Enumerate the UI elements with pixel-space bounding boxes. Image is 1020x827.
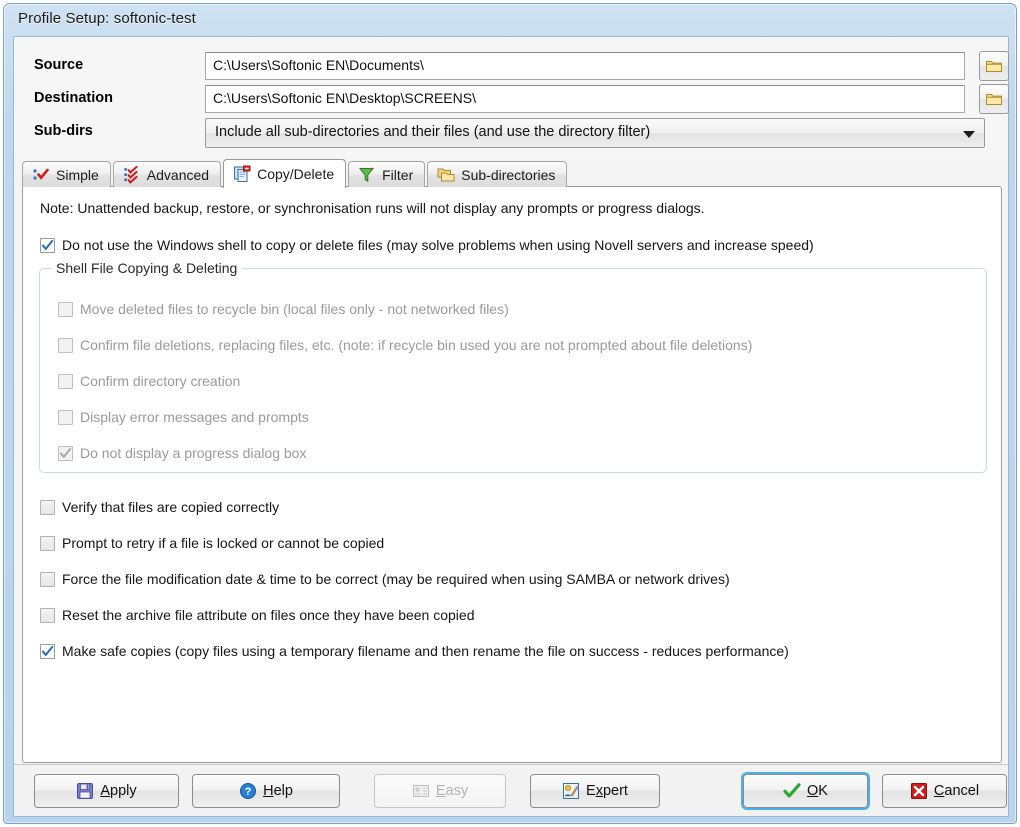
cancel-accel: C	[933, 783, 945, 799]
expert-wand-icon	[563, 783, 580, 799]
ok-label: OK	[807, 783, 828, 799]
source-input[interactable]: C:\Users\Softonic EN\Documents\	[205, 52, 965, 80]
easy-button: Easy	[374, 774, 506, 808]
help-accel: H	[263, 783, 274, 799]
option-label: Confirm file deletions, replacing files,…	[80, 337, 753, 353]
option-label: Do not use the Windows shell to copy or …	[62, 237, 814, 253]
option-confirm-file-deletions: Confirm file deletions, replacing files,…	[58, 337, 752, 353]
tab-simple[interactable]: Simple	[22, 161, 111, 187]
checkbox-checked-disabled-icon	[58, 446, 73, 461]
checkbox-unchecked-disabled-icon	[58, 338, 73, 353]
checkbox-checked-icon[interactable]	[40, 238, 55, 253]
expert-label: Expert	[586, 783, 628, 799]
tab-copy-delete[interactable]: Copy/Delete	[223, 159, 347, 188]
subdirs-selected-value: Include all sub-directories and their fi…	[215, 124, 651, 140]
option-no-windows-shell[interactable]: Do not use the Windows shell to copy or …	[40, 237, 814, 253]
funnel-icon	[359, 167, 375, 182]
option-label: Do not display a progress dialog box	[80, 445, 307, 461]
destination-input[interactable]: C:\Users\Softonic EN\Desktop\SCREENS\	[205, 85, 965, 113]
destination-browse-button[interactable]	[979, 84, 1009, 114]
question-mark-icon: ?	[240, 783, 257, 799]
dialog-button-bar: Apply ? Help Easy Expert OK Cancel	[14, 764, 1008, 816]
dialog-client-area: Source C:\Users\Softonic EN\Documents\ D…	[13, 36, 1009, 817]
green-check-icon	[783, 783, 801, 798]
apply-label: Apply	[100, 783, 137, 799]
subdirs-select[interactable]: Include all sub-directories and their fi…	[205, 118, 985, 148]
subdirs-label: Sub-dirs	[34, 123, 93, 139]
unattended-note: Note: Unattended backup, restore, or syn…	[40, 200, 705, 216]
tab-advanced-label: Advanced	[146, 166, 210, 183]
simple-check-icon	[33, 168, 49, 180]
ok-button[interactable]: OK	[743, 774, 868, 808]
checkbox-unchecked-icon[interactable]	[40, 536, 55, 551]
red-x-icon	[910, 783, 927, 799]
profile-setup-window: Profile Setup: softonic-test Source C:\U…	[3, 3, 1017, 824]
checkbox-unchecked-icon[interactable]	[40, 608, 55, 623]
easy-label: Easy	[435, 783, 469, 799]
tab-strip: Simple Advanced Copy/Delete Filter Sub-d…	[22, 159, 1002, 188]
option-label: Confirm directory creation	[80, 373, 241, 389]
option-label: Prompt to retry if a file is locked or c…	[62, 535, 385, 551]
option-label: Make safe copies (copy files using a tem…	[62, 643, 789, 659]
checkbox-unchecked-disabled-icon	[58, 374, 73, 389]
folder-icon	[986, 61, 1002, 72]
path-fields-panel: Source C:\Users\Softonic EN\Documents\ D…	[14, 37, 1009, 157]
tab-filter-label: Filter	[382, 166, 414, 183]
option-label: Display error messages and prompts	[80, 409, 309, 425]
option-label: Verify that files are copied correctly	[62, 499, 280, 515]
apply-accel: A	[100, 783, 111, 799]
destination-row: Destination C:\Users\Softonic EN\Desktop…	[26, 84, 1009, 115]
option-make-safe-copies[interactable]: Make safe copies (copy files using a tem…	[40, 643, 789, 659]
folder-icon	[986, 94, 1002, 105]
checkbox-unchecked-icon[interactable]	[40, 572, 55, 587]
apply-button[interactable]: Apply	[34, 774, 179, 808]
group-title: Shell File Copying & Deleting	[51, 260, 243, 276]
option-no-progress-dialog: Do not display a progress dialog box	[58, 445, 306, 461]
option-display-error-messages: Display error messages and prompts	[58, 409, 309, 425]
option-label: Force the file modification date & time …	[62, 571, 730, 587]
expert-button[interactable]: Expert	[530, 774, 660, 808]
copy-delete-icon	[234, 165, 251, 182]
option-label: Move deleted files to recycle bin (local…	[80, 301, 509, 317]
expert-accel: x	[595, 783, 603, 799]
source-row: Source C:\Users\Softonic EN\Documents\	[26, 51, 1009, 82]
tab-sub-directories[interactable]: Sub-directories	[427, 161, 568, 187]
option-confirm-directory-creation: Confirm directory creation	[58, 373, 240, 389]
advanced-checks-icon	[123, 165, 138, 184]
tab-filter[interactable]: Filter	[348, 161, 426, 187]
checkbox-checked-icon[interactable]	[40, 644, 55, 659]
cancel-label: Cancel	[933, 783, 980, 799]
option-label: Reset the archive file attribute on file…	[62, 607, 475, 623]
ok-accel: O	[807, 783, 819, 799]
source-label: Source	[34, 57, 84, 73]
option-verify-copied[interactable]: Verify that files are copied correctly	[40, 499, 279, 515]
cancel-button[interactable]: Cancel	[882, 774, 1007, 808]
chevron-down-icon	[963, 131, 975, 138]
checkbox-unchecked-disabled-icon	[58, 302, 73, 317]
subdirs-row: Sub-dirs Include all sub-directories and…	[26, 117, 996, 148]
destination-label: Destination	[34, 90, 113, 106]
tab-advanced[interactable]: Advanced	[112, 161, 222, 187]
easy-card-icon	[412, 785, 429, 797]
copy-delete-tab-panel: Note: Unattended backup, restore, or syn…	[22, 186, 1002, 763]
tab-copy-delete-label: Copy/Delete	[257, 166, 335, 182]
svg-text:?: ?	[245, 786, 252, 798]
window-title: Profile Setup: softonic-test	[18, 10, 196, 27]
option-force-modification-date[interactable]: Force the file modification date & time …	[40, 571, 730, 587]
tab-simple-label: Simple	[56, 166, 99, 183]
floppy-disk-icon	[77, 783, 94, 799]
folders-icon	[437, 168, 455, 181]
shell-file-copying-group: Shell File Copying & Deleting Move delet…	[39, 260, 987, 473]
easy-accel: E	[435, 783, 446, 799]
tab-sub-directories-label: Sub-directories	[461, 166, 556, 183]
title-bar: Profile Setup: softonic-test	[4, 4, 1016, 35]
source-browse-button[interactable]	[979, 51, 1009, 81]
option-move-deleted-to-recycle-bin: Move deleted files to recycle bin (local…	[58, 301, 509, 317]
checkbox-unchecked-disabled-icon	[58, 410, 73, 425]
option-prompt-retry-locked[interactable]: Prompt to retry if a file is locked or c…	[40, 535, 384, 551]
help-label: Help	[263, 783, 293, 799]
help-button[interactable]: ? Help	[192, 774, 340, 808]
option-reset-archive-attribute[interactable]: Reset the archive file attribute on file…	[40, 607, 474, 623]
checkbox-unchecked-icon[interactable]	[40, 500, 55, 515]
